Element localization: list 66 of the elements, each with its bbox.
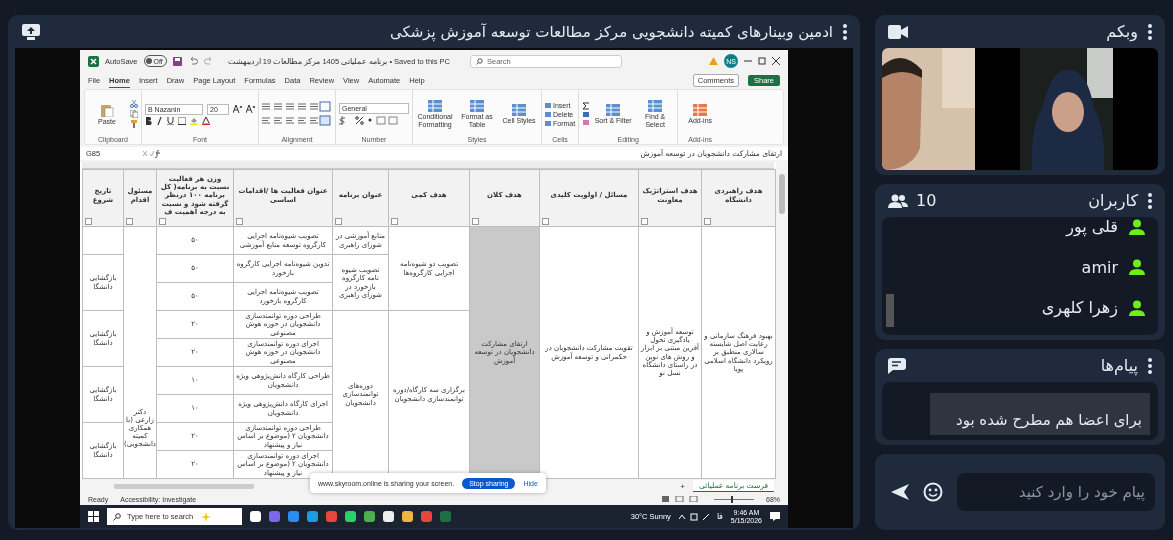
clipboard-icon bbox=[100, 102, 114, 117]
shrink-font-icon[interactable] bbox=[246, 105, 255, 113]
spreadsheet-logo-icon bbox=[88, 55, 99, 67]
grow-font-icon[interactable] bbox=[233, 105, 242, 113]
taskbar-app-icon[interactable] bbox=[345, 511, 356, 522]
chat-icon bbox=[888, 357, 906, 374]
scrollbar[interactable] bbox=[886, 294, 894, 327]
save-icon[interactable] bbox=[172, 56, 182, 66]
more-icon[interactable] bbox=[1148, 357, 1152, 374]
emoji-icon[interactable] bbox=[923, 482, 943, 502]
minimize-icon[interactable] bbox=[744, 57, 752, 65]
vertical-scrollbar[interactable] bbox=[776, 162, 788, 479]
more-icon[interactable] bbox=[1148, 192, 1152, 209]
user-name: زهرا کلهری bbox=[1041, 298, 1118, 317]
function-icon[interactable] bbox=[142, 149, 162, 158]
number-format-icons-drawing[interactable] bbox=[339, 116, 399, 125]
bold-icon[interactable] bbox=[145, 116, 152, 125]
chat-message: برای اعضا هم مطرح شده بود bbox=[930, 393, 1150, 435]
panel-title: کاربران bbox=[1088, 191, 1138, 210]
fill-color-icon[interactable] bbox=[190, 116, 198, 125]
search-icon bbox=[475, 57, 483, 65]
search-icon bbox=[113, 512, 121, 521]
horizontal-scrollbar[interactable] bbox=[114, 483, 254, 489]
table-icon bbox=[470, 99, 484, 112]
panel-title: ادمین وبینارهای کمیته دانشجویی مرکز مطالعات توسعه آموزش پزشکی bbox=[389, 22, 833, 41]
font-color-icon[interactable] bbox=[202, 116, 210, 125]
user-count: 10 bbox=[916, 191, 937, 210]
tray-icons-drawing[interactable] bbox=[678, 512, 709, 521]
borders-icon[interactable] bbox=[178, 116, 186, 125]
notification-icon[interactable] bbox=[770, 512, 780, 521]
underline-icon[interactable] bbox=[167, 116, 174, 125]
panel-title: پیام‌ها bbox=[1100, 356, 1138, 375]
format-painter-icon[interactable] bbox=[130, 120, 138, 128]
more-icon[interactable] bbox=[1148, 23, 1152, 40]
table-icon bbox=[606, 103, 621, 116]
user-icon bbox=[1128, 299, 1146, 316]
close-icon[interactable] bbox=[772, 57, 780, 65]
restore-icon[interactable] bbox=[758, 57, 766, 65]
add-sheet-button[interactable]: + bbox=[680, 481, 686, 491]
message-input[interactable]: پیام خود را وارد کنید bbox=[957, 473, 1155, 511]
user-name: قلی پور bbox=[1066, 217, 1118, 236]
cut-icon[interactable] bbox=[130, 100, 138, 108]
italic-icon[interactable] bbox=[156, 116, 163, 125]
taskbar-app-icon[interactable] bbox=[364, 511, 375, 522]
taskbar-app-icon[interactable] bbox=[402, 511, 413, 522]
send-icon[interactable] bbox=[891, 484, 909, 500]
taskbar-app-icon[interactable] bbox=[307, 511, 318, 522]
panel-title: وبکم bbox=[1106, 22, 1138, 41]
table-icon bbox=[512, 103, 526, 116]
video-camera-icon[interactable] bbox=[888, 24, 908, 39]
user-icon bbox=[1128, 259, 1146, 275]
more-icon[interactable] bbox=[843, 23, 847, 40]
taskbar-app-icon[interactable] bbox=[383, 511, 394, 522]
alignment-icons-drawing[interactable] bbox=[262, 101, 332, 127]
screen-share-icon[interactable] bbox=[21, 22, 41, 41]
table-icon bbox=[648, 99, 663, 112]
table-icon bbox=[428, 99, 442, 112]
table-cell bbox=[83, 227, 123, 254]
user-icon bbox=[1128, 218, 1146, 235]
windows-logo-icon[interactable] bbox=[88, 511, 99, 522]
users-icon bbox=[888, 193, 908, 208]
sum-icon[interactable] bbox=[582, 102, 591, 126]
user-name: amir bbox=[1081, 257, 1118, 277]
taskbar-app-icon[interactable] bbox=[250, 511, 261, 522]
table-icon bbox=[693, 103, 708, 116]
copy-icon[interactable] bbox=[130, 110, 138, 118]
